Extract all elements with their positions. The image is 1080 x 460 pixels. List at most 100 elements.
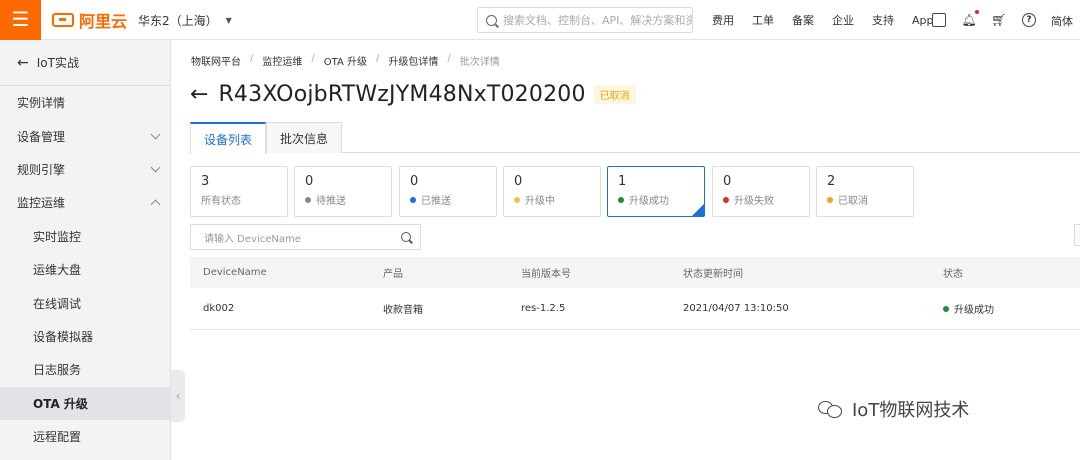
breadcrumb-item[interactable]: 监控运维 [262, 53, 302, 68]
sidebar-item[interactable]: 运维大盘 [0, 253, 170, 286]
sidebar: ← IoT实战 实例详情设备管理规则引擎监控运维实时监控运维大盘在线调试设备模拟… [0, 40, 171, 460]
breadcrumb: 物联网平台 / 监控运维 / OTA 升级 / 升级包详情 / 批次详情 [191, 53, 500, 68]
breadcrumb-separator: / [311, 53, 315, 64]
nav-link-enterprise[interactable]: 企业 [832, 12, 854, 28]
device-search-placeholder: 请输入 DeviceName [204, 233, 301, 245]
cell-version: res-1.2.5 [521, 303, 566, 314]
tab-bar: 设备列表 批次信息 [190, 122, 1080, 154]
sidebar-item-label: 实例详情 [17, 96, 66, 111]
breadcrumb-item: 批次详情 [459, 57, 500, 68]
selected-corner-check-icon [692, 204, 704, 216]
nav-link-app[interactable]: App [912, 14, 934, 27]
cell-updated-time: 2021/04/07 13:10:50 [683, 303, 789, 314]
sidebar-item[interactable]: 设备管理 [0, 119, 170, 152]
status-label-row: 已取消 [827, 192, 903, 207]
sidebar-item-label: 设备管理 [17, 129, 66, 144]
status-dot [514, 196, 520, 203]
column-header-product: 产品 [383, 269, 403, 280]
cell-product: 收款音箱 [383, 305, 423, 316]
region-selector[interactable]: 华东2（上海） ▼ [138, 12, 232, 29]
column-header-status: 状态 [943, 269, 963, 280]
status-label: 所有状态 [201, 196, 241, 207]
chevron-down-icon [150, 162, 161, 173]
status-label-row: 升级中 [514, 192, 590, 207]
caret-down-icon: ▼ [225, 16, 232, 25]
status-filter-card[interactable]: 1 升级成功 [607, 166, 705, 217]
sidebar-item[interactable]: 在线调试 [0, 286, 170, 319]
global-search-input[interactable]: 搜索文档、控制台、API、解决方案和资源 [477, 7, 693, 33]
status-filter-card[interactable]: 0 升级中 [503, 166, 601, 217]
status-dot [410, 196, 416, 203]
status-label-row: 升级成功 [618, 192, 694, 207]
region-label: 华东2（上海） [138, 14, 218, 28]
top-nav-links: 费用 工单 备案 企业 支持 App [712, 0, 952, 40]
chevron-up-icon [150, 199, 161, 210]
status-dot [305, 196, 311, 203]
device-table: DeviceName 产品 当前版本号 状态更新时间 状态 dk002 收款音箱… [190, 257, 1080, 330]
sidebar-item-label: 日志服务 [33, 363, 82, 378]
status-label-row: 升级失败 [723, 192, 799, 207]
status-label: 升级中 [525, 196, 555, 207]
nav-link-tickets[interactable]: 工单 [752, 12, 774, 28]
tab-device-list[interactable]: 设备列表 [190, 122, 267, 154]
sidebar-item[interactable]: 实时监控 [0, 220, 170, 253]
cart-icon[interactable]: 🛒︎ [991, 13, 1006, 27]
sidebar-item-label: 在线调试 [33, 296, 82, 311]
sidebar-item[interactable]: 规则引擎 [0, 153, 170, 186]
aliyun-logo[interactable]: 阿里云 [52, 9, 127, 31]
status-label: 已取消 [838, 196, 868, 207]
notification-dot [975, 10, 979, 14]
breadcrumb-item[interactable]: 物联网平台 [191, 53, 241, 68]
page-header: ← R43XOojbRTWzJYM48NxT020200 已取消 [190, 82, 636, 107]
sidebar-item[interactable]: OTA 升级 [0, 386, 170, 420]
sidebar-back-link[interactable]: ← IoT实战 [0, 40, 170, 86]
status-filter-card[interactable]: 0 待推送 [294, 166, 392, 217]
cell-devicename: dk002 [203, 303, 235, 314]
sidebar-item[interactable]: 远程配置 [0, 420, 170, 453]
help-icon[interactable]: ? [1022, 13, 1036, 27]
language-switch[interactable]: 简体 [1051, 13, 1073, 29]
breadcrumb-item[interactable]: 升级包详情 [388, 53, 438, 68]
sidebar-item-label: 规则引擎 [17, 162, 66, 177]
status-filter-card[interactable]: 0 升级失败 [712, 166, 810, 217]
status-label: 已推送 [421, 196, 451, 207]
status-dot [827, 196, 833, 203]
status-filter-card[interactable]: 3 所有状态 [190, 166, 288, 217]
bell-icon[interactable]: 🔔︎ [961, 10, 979, 27]
sidebar-item[interactable]: 监控运维 [0, 186, 170, 219]
status-badge: 已取消 [593, 85, 636, 104]
table-row[interactable]: dk002 收款音箱 res-1.2.5 2021/04/07 13:10:50… [190, 288, 1080, 330]
status-label-row: 所有状态 [201, 192, 277, 207]
chevron-down-icon [150, 129, 161, 140]
column-header-version: 当前版本号 [521, 269, 571, 280]
sidebar-item[interactable]: 日志服务 [0, 353, 170, 386]
sidebar-item-label: 运维大盘 [33, 263, 82, 278]
status-filter-card[interactable]: 2 已取消 [816, 166, 914, 217]
status-count: 1 [618, 174, 627, 189]
status-count: 0 [723, 174, 732, 189]
search-icon[interactable] [401, 232, 411, 242]
sidebar-item[interactable]: 实例详情 [0, 86, 170, 119]
sidebar-item-label: 远程配置 [33, 430, 82, 445]
sidebar-menu: 实例详情设备管理规则引擎监控运维实时监控运维大盘在线调试设备模拟器日志服务 OTA… [0, 86, 170, 453]
nav-link-support[interactable]: 支持 [872, 12, 894, 28]
device-name-search-input[interactable]: 请输入 DeviceName [190, 224, 421, 250]
status-filter-card[interactable]: 0 已推送 [399, 166, 497, 217]
column-header-updated-time: 状态更新时间 [683, 269, 743, 280]
watermark-text: IoT物联网技术 [852, 400, 970, 421]
sidebar-item[interactable]: 设备模拟器 [0, 320, 170, 353]
screen-icon[interactable] [932, 13, 946, 27]
back-arrow-icon[interactable]: ← [190, 82, 208, 107]
nav-link-icp[interactable]: 备案 [792, 12, 814, 28]
status-label: 待推送 [316, 196, 346, 207]
search-icon [486, 14, 497, 26]
sidebar-item-label: 设备模拟器 [33, 329, 94, 344]
logo-text: 阿里云 [79, 12, 128, 31]
hamburger-menu-icon[interactable]: ☰ [0, 0, 41, 40]
status-count: 3 [201, 174, 210, 189]
feedback-edge-tab[interactable] [1074, 224, 1080, 246]
tab-batch-info[interactable]: 批次信息 [266, 122, 343, 153]
nav-link-billing[interactable]: 费用 [712, 12, 734, 28]
sidebar-item-label: 监控运维 [17, 196, 66, 211]
breadcrumb-item[interactable]: OTA 升级 [324, 53, 367, 68]
